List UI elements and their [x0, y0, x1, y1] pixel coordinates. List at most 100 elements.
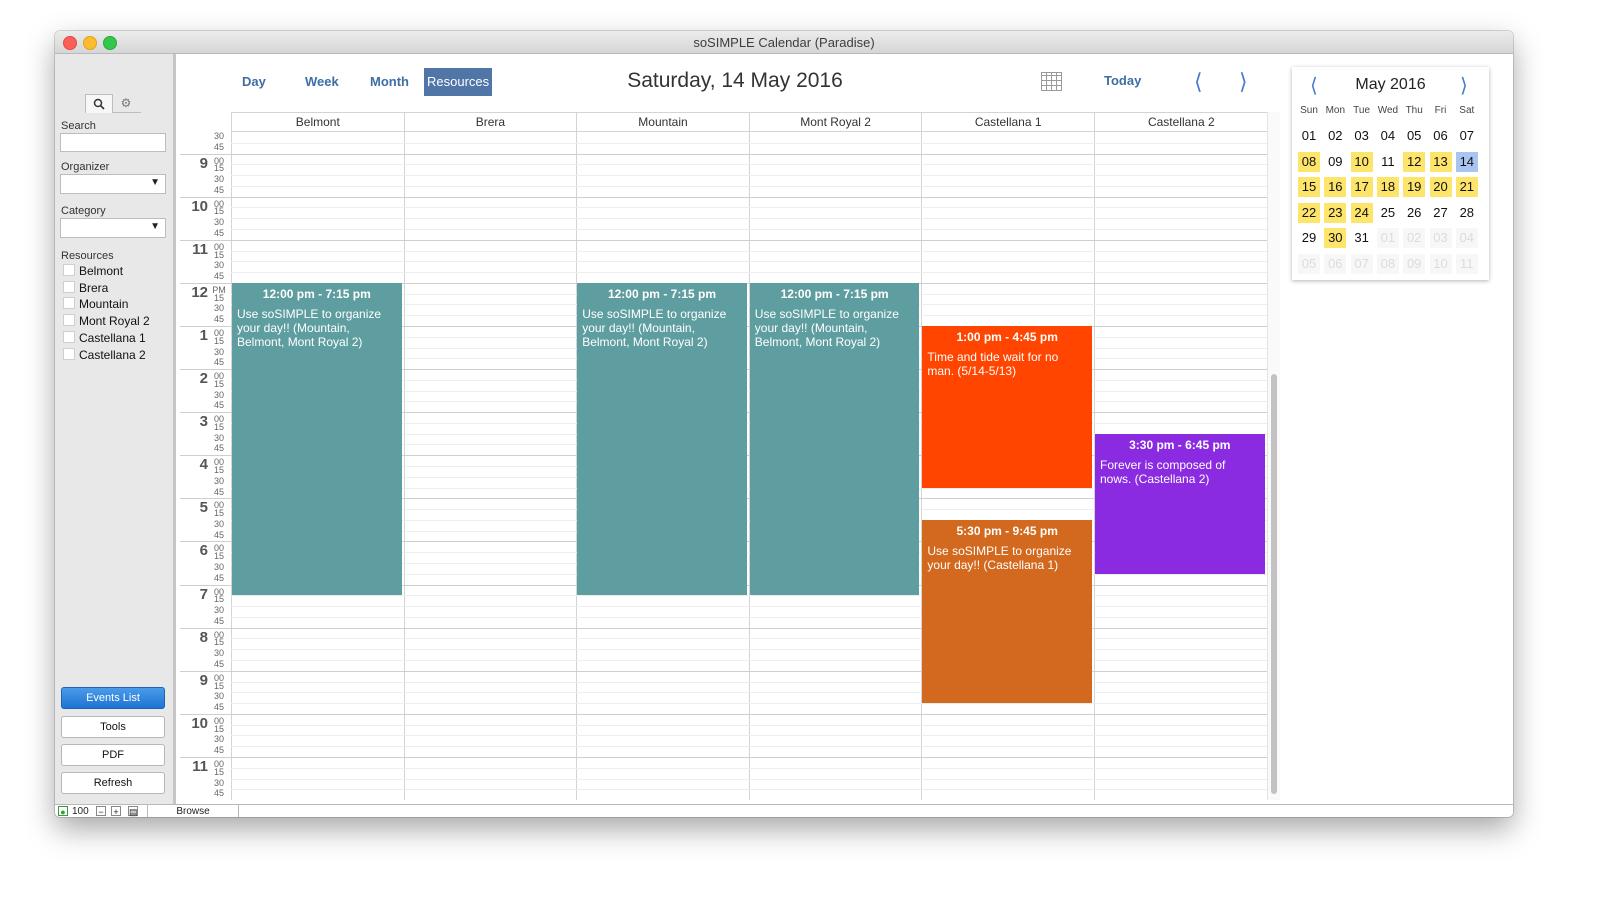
- resource-checkbox[interactable]: [63, 347, 75, 360]
- mini-calendar-day[interactable]: 05: [1403, 126, 1425, 146]
- minute-label: 15: [213, 766, 224, 777]
- calendar-event[interactable]: 12:00 pm - 7:15 pm Use soSIMPLE to organi…: [749, 282, 920, 596]
- mini-calendar-day[interactable]: 11: [1455, 253, 1478, 274]
- mini-calendar-day[interactable]: 13: [1429, 151, 1452, 172]
- calendar-event[interactable]: 5:30 pm - 9:45 pm Use soSIMPLE to organiz…: [922, 519, 1092, 704]
- mini-calendar-day[interactable]: 02: [1403, 228, 1426, 248]
- pdf-button[interactable]: PDF: [61, 744, 165, 766]
- tab-month[interactable]: Month: [366, 68, 413, 96]
- search-label: Search: [61, 120, 96, 132]
- mini-calendar-day[interactable]: 20: [1429, 177, 1452, 197]
- mini-calendar-day[interactable]: 01: [1376, 228, 1399, 248]
- mini-calendar-day[interactable]: 02: [1324, 126, 1346, 146]
- resource-column-header: Castellana 1: [921, 112, 1094, 132]
- mini-calendar-day[interactable]: 16: [1324, 177, 1347, 197]
- mini-calendar-day[interactable]: 25: [1377, 203, 1399, 223]
- resource-filter-item[interactable]: Brera: [63, 280, 108, 297]
- resource-filter-item[interactable]: Castellana 2: [63, 347, 146, 364]
- mode-indicator[interactable]: Browse: [147, 805, 239, 817]
- calendar-event[interactable]: 12:00 pm - 7:15 pm Use soSIMPLE to organi…: [232, 282, 402, 596]
- refresh-button[interactable]: Refresh: [61, 772, 165, 794]
- hour-line: [180, 239, 1267, 241]
- tab-resources[interactable]: Resources: [424, 68, 493, 96]
- hour-line: [180, 756, 1267, 758]
- mini-calendar-day[interactable]: 07: [1350, 253, 1373, 274]
- gear-icon[interactable]: ⚙: [113, 94, 139, 112]
- zoom-in-icon[interactable]: +: [111, 806, 121, 817]
- chevron-left-icon[interactable]: ⟨: [1194, 69, 1203, 95]
- calendar-event[interactable]: 3:30 pm - 6:45 pm Forever is composed of …: [1095, 433, 1265, 574]
- mini-calendar-day[interactable]: 23: [1324, 202, 1347, 223]
- chevron-right-icon[interactable]: ⟩: [1460, 73, 1468, 98]
- mini-calendar-day[interactable]: 17: [1350, 177, 1373, 197]
- mini-calendar-day[interactable]: 08: [1376, 253, 1399, 274]
- mini-calendar-day[interactable]: 09: [1403, 253, 1426, 274]
- search-input[interactable]: [60, 133, 166, 152]
- tab-day[interactable]: Day: [238, 68, 270, 96]
- organizer-label: Organizer: [61, 161, 110, 173]
- calendar-event[interactable]: 1:00 pm - 4:45 pm Time and tide wait for …: [922, 325, 1092, 488]
- grid-scrollbar[interactable]: [1267, 112, 1280, 800]
- mini-calendar-day[interactable]: 04: [1455, 228, 1478, 248]
- tools-button[interactable]: Tools: [61, 716, 165, 738]
- resource-checkbox[interactable]: [63, 297, 75, 310]
- mini-calendar-day[interactable]: 06: [1430, 126, 1452, 146]
- resource-filter-item[interactable]: Castellana 1: [63, 330, 146, 347]
- mini-calendar-day[interactable]: 24: [1350, 202, 1373, 223]
- chevron-right-icon[interactable]: ⟩: [1239, 69, 1248, 95]
- mini-calendar-day[interactable]: 01: [1298, 126, 1320, 146]
- mini-calendar-day[interactable]: 04: [1377, 126, 1399, 146]
- calendar-event[interactable]: 12:00 pm - 7:15 pm Use soSIMPLE to organi…: [577, 282, 747, 596]
- mini-calendar-day[interactable]: 09: [1324, 152, 1346, 172]
- quarter-line: [231, 681, 1267, 683]
- resource-checkbox[interactable]: [63, 264, 75, 276]
- mini-calendar-day[interactable]: 10: [1429, 253, 1452, 274]
- mini-calendar-day[interactable]: 08: [1298, 151, 1320, 172]
- scrollbar-thumb[interactable]: [1271, 374, 1277, 794]
- mini-calendar-day[interactable]: 03: [1429, 228, 1452, 248]
- tab-week[interactable]: Week: [301, 68, 343, 96]
- mini-calendar-day[interactable]: 07: [1456, 126, 1478, 146]
- minute-label: 15: [213, 637, 224, 648]
- mini-calendar-day[interactable]: 03: [1351, 126, 1373, 146]
- hour-label: 7: [199, 585, 208, 603]
- mini-calendar-day[interactable]: 14: [1455, 151, 1478, 172]
- mini-calendar-day[interactable]: 19: [1403, 177, 1426, 197]
- zoom-out-icon[interactable]: −: [96, 806, 106, 817]
- mini-calendar-day[interactable]: 11: [1377, 152, 1399, 172]
- events-list-button[interactable]: Events List: [61, 687, 165, 709]
- hour-line: [180, 153, 1267, 155]
- mini-calendar-day[interactable]: 06: [1324, 253, 1347, 274]
- mini-calendar-day[interactable]: 28: [1456, 203, 1478, 223]
- category-select[interactable]: ▼: [60, 218, 166, 238]
- zoom-level[interactable]: 100: [72, 806, 89, 817]
- mini-calendar-day[interactable]: 22: [1298, 202, 1320, 223]
- resource-checkbox[interactable]: [63, 280, 75, 293]
- today-button[interactable]: Today: [1104, 73, 1141, 88]
- toolbar-toggle-icon[interactable]: ▤: [128, 806, 138, 817]
- mini-calendar-day[interactable]: 15: [1298, 177, 1320, 197]
- resource-filter-item[interactable]: Mont Royal 2: [63, 314, 150, 330]
- resource-column-header: Brera: [403, 112, 577, 132]
- mini-calendar-day[interactable]: 30: [1324, 228, 1347, 248]
- resource-filter-item[interactable]: Belmont: [63, 264, 123, 280]
- mini-calendar-day[interactable]: 27: [1430, 203, 1452, 223]
- mini-calendar-day[interactable]: 29: [1298, 228, 1320, 248]
- quarter-line: [231, 595, 1267, 597]
- search-tab[interactable]: [85, 94, 113, 113]
- mini-calendar-day[interactable]: 18: [1376, 177, 1399, 197]
- mini-calendar-day[interactable]: 26: [1403, 203, 1425, 223]
- lock-icon[interactable]: ●: [58, 806, 68, 817]
- mini-calendar-day[interactable]: 10: [1350, 151, 1373, 172]
- search-icon: [93, 98, 105, 110]
- mini-calendar-day[interactable]: 12: [1403, 151, 1426, 172]
- organizer-select[interactable]: ▼: [60, 174, 166, 194]
- mini-calendar-day[interactable]: 21: [1455, 177, 1478, 197]
- mini-calendar-day[interactable]: 31: [1351, 228, 1373, 248]
- mini-calendar-day[interactable]: 05: [1298, 253, 1320, 274]
- resource-filter-item[interactable]: Mountain: [63, 297, 128, 313]
- calendar-grid-icon[interactable]: [1041, 72, 1062, 91]
- resource-checkbox[interactable]: [63, 330, 75, 343]
- time-grid-body[interactable]: 30 45 9 00 15 30 45 10 00 15 30 45 11 00 15 30 45 12 PM 15 3…: [180, 132, 1267, 800]
- resource-checkbox[interactable]: [63, 314, 75, 327]
